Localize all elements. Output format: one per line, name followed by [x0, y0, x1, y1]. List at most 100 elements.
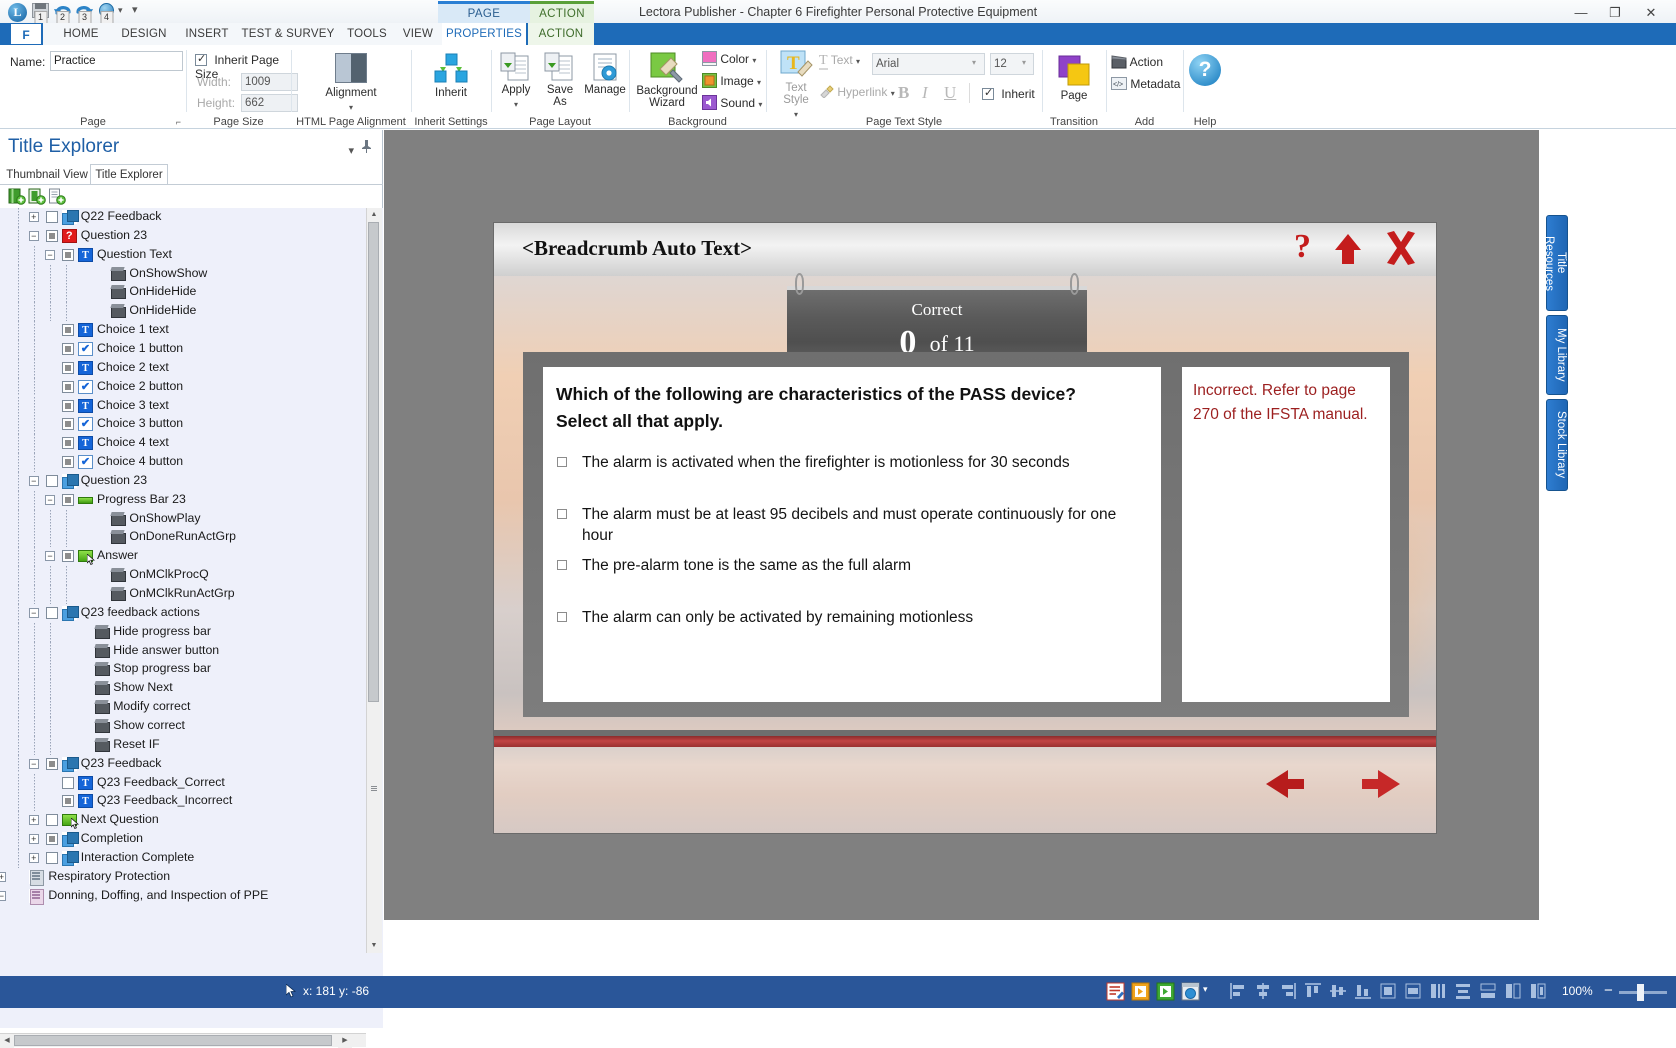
- page-stage[interactable]: <Breadcrumb Auto Text> ? Correct 0 of 11: [494, 223, 1436, 833]
- close-x-icon[interactable]: [1384, 231, 1418, 268]
- tree-visibility-checkbox[interactable]: [45, 757, 58, 770]
- align-middle-vertical-icon[interactable]: [1329, 982, 1348, 1001]
- tree-expander-toggle[interactable]: −: [28, 607, 39, 618]
- tree-expander-toggle[interactable]: +: [28, 815, 39, 826]
- tree-visibility-checkbox[interactable]: [62, 550, 74, 563]
- tree-expander-toggle[interactable]: +: [28, 834, 39, 845]
- sidetab-title-resources[interactable]: Title Resources: [1543, 215, 1568, 311]
- tree-scroll-right-arrow[interactable]: ▶: [338, 1034, 352, 1048]
- font-family-caret-icon[interactable]: ▾: [972, 58, 976, 67]
- page-height-input[interactable]: [241, 94, 298, 112]
- tree-row[interactable]: Show Next: [0, 679, 383, 699]
- add-page-icon[interactable]: [48, 188, 66, 205]
- tree-row[interactable]: − Answer: [0, 547, 383, 567]
- tree-scroll-thumb[interactable]: [368, 222, 379, 702]
- tree-expander-toggle[interactable]: −: [45, 494, 55, 505]
- tree-visibility-checkbox[interactable]: [62, 399, 74, 412]
- tree-expander-toggle[interactable]: −: [0, 890, 7, 901]
- add-chapter-icon[interactable]: [8, 188, 26, 205]
- tree-row[interactable]: − Progress Bar 23: [0, 490, 383, 510]
- tree-row[interactable]: + Interaction Complete: [0, 848, 383, 868]
- tree-row[interactable]: − Q23 feedback actions: [0, 603, 383, 623]
- tree-visibility-checkbox[interactable]: [45, 229, 58, 242]
- add-section-icon[interactable]: [28, 188, 46, 205]
- tree-row[interactable]: Modify correct: [0, 698, 383, 717]
- help-big-button[interactable]: ?: [1186, 54, 1224, 86]
- tab-home[interactable]: HOME: [52, 23, 110, 45]
- tree-row[interactable]: −? Question 23: [0, 226, 383, 246]
- tree-expander-toggle[interactable]: +: [28, 212, 39, 222]
- italic-button[interactable]: I: [922, 83, 928, 103]
- tree-row[interactable]: − Donning, Doffing, and Inspection of PPE: [0, 887, 383, 906]
- choice-1-checkbox[interactable]: [557, 457, 567, 467]
- tree-row[interactable]: T Choice 4 text: [0, 434, 383, 454]
- background-sound-button[interactable]: Sound ▾: [702, 95, 762, 110]
- run-mode-icon[interactable]: [1156, 982, 1175, 1001]
- tab-view[interactable]: VIEW: [394, 23, 442, 45]
- tab-properties[interactable]: PROPERTIES: [442, 23, 526, 45]
- tree-row[interactable]: Hide answer button: [0, 641, 383, 661]
- tree-visibility-checkbox[interactable]: [62, 248, 74, 261]
- text-inherit-checkbox-box[interactable]: [982, 86, 994, 100]
- text-inherit-checkbox[interactable]: Inherit: [982, 86, 1035, 101]
- align-center-horizontal-icon[interactable]: [1254, 982, 1273, 1001]
- tab-insert[interactable]: INSERT: [178, 23, 236, 45]
- background-image-button[interactable]: Image ▾: [702, 73, 761, 88]
- tree-scroll-left-arrow[interactable]: ◀: [0, 1034, 14, 1048]
- tree-visibility-checkbox[interactable]: [45, 211, 58, 223]
- hyperlink-button[interactable]: Hyperlink ▾: [819, 85, 895, 99]
- alignment-caret-icon[interactable]: ▾: [349, 103, 353, 112]
- help-question-icon[interactable]: ?: [1294, 228, 1311, 266]
- tree-row[interactable]: − Q23 Feedback: [0, 754, 383, 774]
- tree-row[interactable]: T Q23 Feedback_Correct: [0, 773, 383, 793]
- tree-row[interactable]: + Q22 Feedback: [0, 208, 383, 227]
- tab-title-explorer[interactable]: Title Explorer: [90, 164, 168, 185]
- tree-expander-toggle[interactable]: −: [28, 758, 39, 769]
- tree-row[interactable]: OnShowPlay: [0, 509, 383, 529]
- mode-caret-icon[interactable]: ▾: [1203, 984, 1208, 995]
- align-right-icon[interactable]: [1279, 982, 1298, 1001]
- bold-button[interactable]: B: [898, 83, 909, 103]
- tree-visibility-checkbox[interactable]: [62, 795, 74, 808]
- choice-2-checkbox[interactable]: [557, 509, 567, 519]
- tree-horizontal-scrollbar[interactable]: ◀ ▶: [0, 1033, 366, 1048]
- tree-row[interactable]: T Choice 2 text: [0, 358, 383, 378]
- title-explorer-tree[interactable]: + Q22 Feedback −? Question 23− T Question Tex…: [0, 208, 383, 1028]
- ungroup-icon[interactable]: [1529, 982, 1548, 1001]
- apply-layout-button[interactable]: Apply ▾: [494, 52, 538, 110]
- window-close-button[interactable]: ✕: [1636, 3, 1666, 22]
- tree-row[interactable]: − T Question Text: [0, 245, 383, 265]
- tree-row[interactable]: Reset IF: [0, 735, 383, 755]
- tree-expander-toggle[interactable]: +: [28, 852, 39, 863]
- inherit-button[interactable]: Inherit: [421, 53, 481, 99]
- sidetab-my-library[interactable]: My Library: [1546, 315, 1568, 395]
- tree-visibility-checkbox[interactable]: [45, 833, 58, 846]
- hyperlink-caret-icon[interactable]: ▾: [891, 89, 895, 98]
- tab-tools[interactable]: TOOLS: [340, 23, 394, 45]
- panel-pin-icon[interactable]: [361, 140, 372, 156]
- tree-expander-toggle[interactable]: −: [45, 551, 55, 562]
- tree-row[interactable]: OnMClkProcQ: [0, 566, 383, 585]
- size-same-width-icon[interactable]: [1379, 982, 1398, 1001]
- next-page-arrow[interactable]: [1360, 768, 1402, 803]
- window-restore-button[interactable]: ❐: [1600, 3, 1630, 22]
- tree-visibility-checkbox[interactable]: [45, 474, 58, 487]
- underline-button[interactable]: U: [944, 83, 956, 103]
- edit-mode-icon[interactable]: [1106, 982, 1125, 1001]
- tree-visibility-checkbox[interactable]: [62, 437, 74, 450]
- tree-vertical-scrollbar[interactable]: ▲ ▼: [366, 208, 382, 953]
- tree-visibility-checkbox[interactable]: [62, 456, 74, 469]
- tree-row[interactable]: ✔ Choice 3 button: [0, 415, 383, 435]
- save-as-layout-button[interactable]: Save As: [538, 52, 582, 108]
- tree-row[interactable]: Show correct: [0, 716, 383, 736]
- zoom-out-button[interactable]: −: [1604, 982, 1613, 999]
- tree-row[interactable]: + Respiratory Protection: [0, 868, 383, 887]
- tab-design[interactable]: DESIGN: [112, 23, 176, 45]
- tree-row[interactable]: ✔ Choice 2 button: [0, 377, 383, 397]
- background-image-caret-icon[interactable]: ▾: [757, 78, 761, 87]
- tree-expander-toggle[interactable]: −: [28, 230, 39, 241]
- page-transition-button[interactable]: Page: [1048, 54, 1100, 102]
- tree-row[interactable]: + Completion: [0, 830, 383, 849]
- browser-preview-icon[interactable]: [1181, 982, 1200, 1001]
- tree-row[interactable]: OnShowShow: [0, 264, 383, 284]
